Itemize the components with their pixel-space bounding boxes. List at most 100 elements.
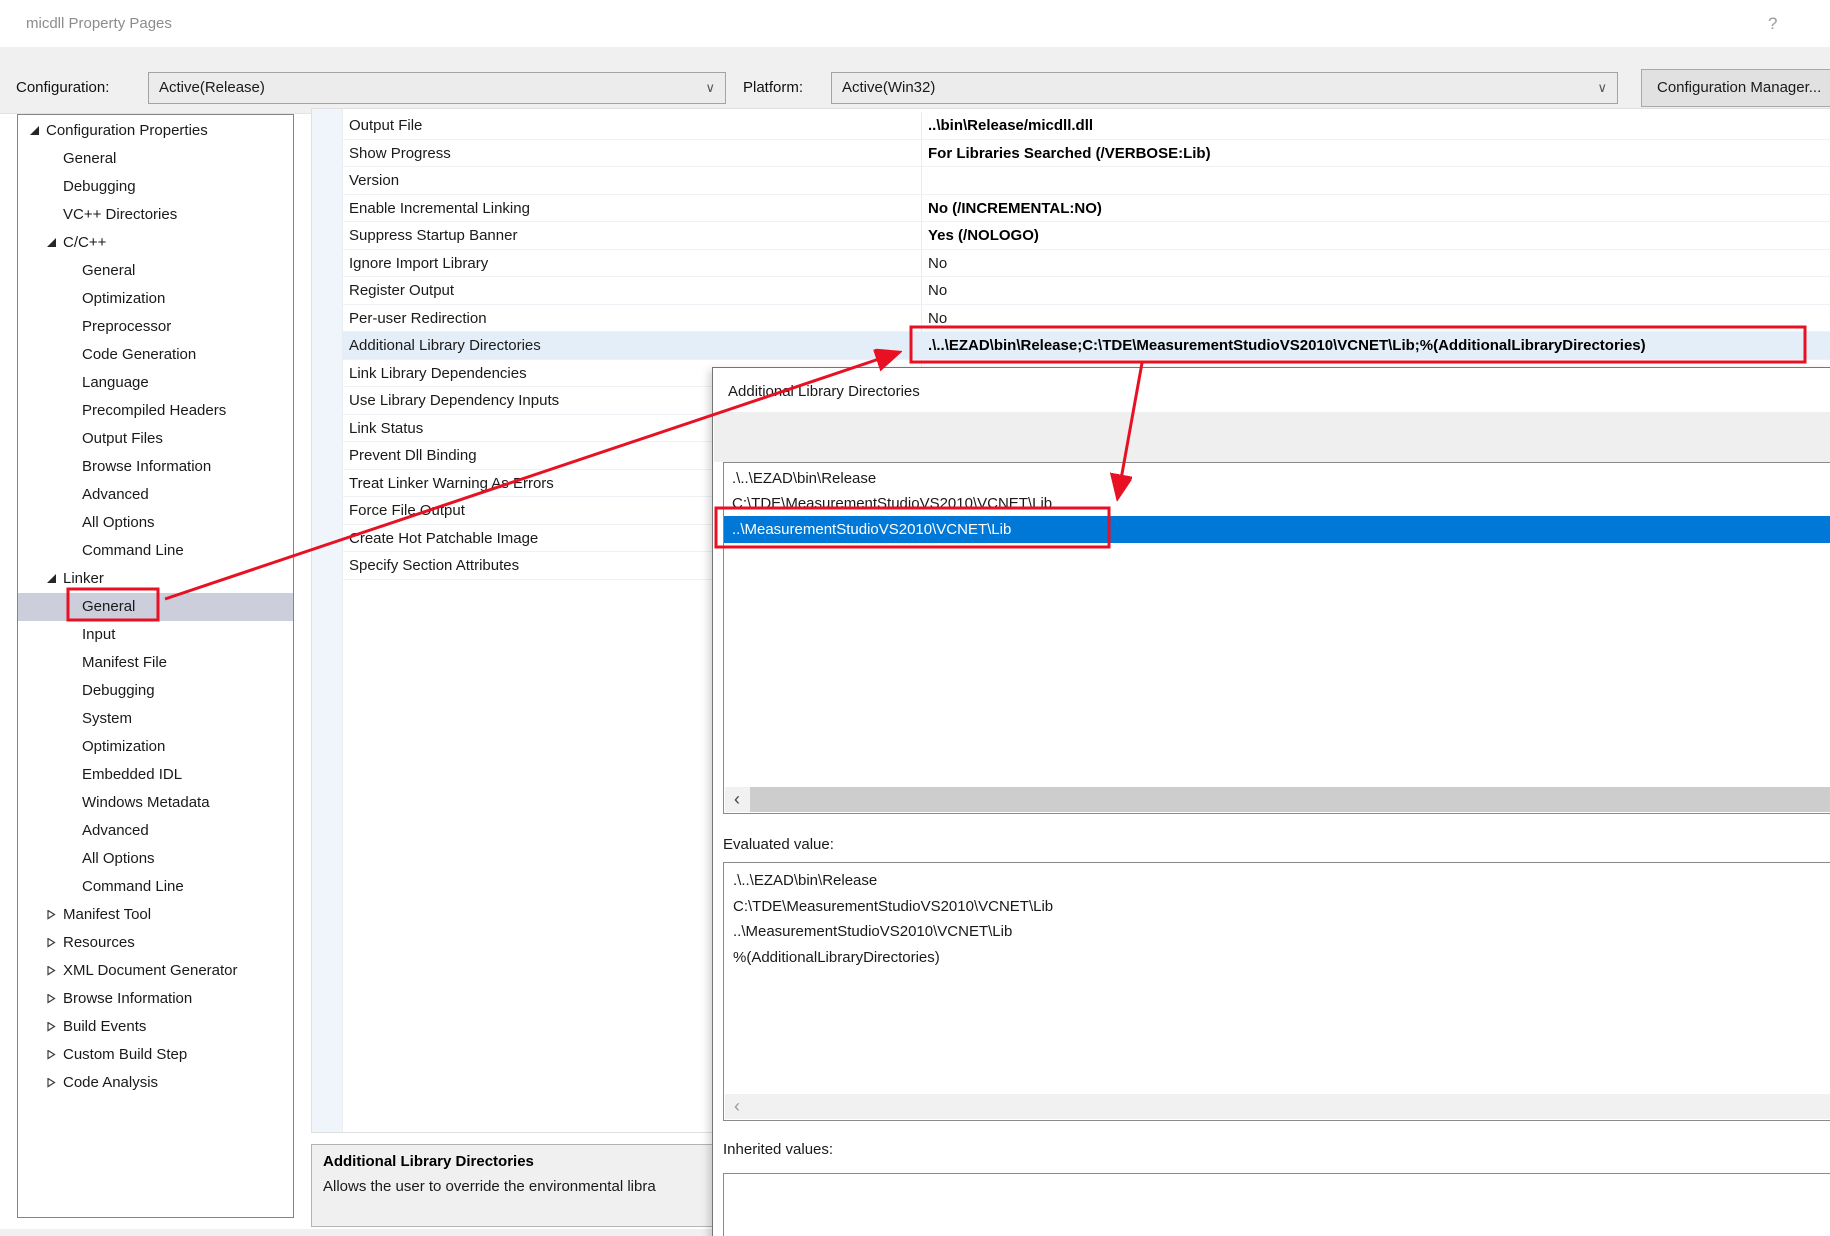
- tree-item-advanced[interactable]: Advanced: [18, 481, 293, 509]
- tree-item-xml-document-generator[interactable]: XML Document Generator: [18, 957, 293, 985]
- configuration-dropdown[interactable]: Active(Release) ∨: [148, 72, 726, 104]
- tree-item-resources[interactable]: Resources: [18, 929, 293, 957]
- grid-row-suppress-startup-banner[interactable]: Suppress Startup Banner Yes (/NOLOGO): [312, 222, 1830, 250]
- tree-item-debugging[interactable]: Debugging: [18, 677, 293, 705]
- property-name: Version: [349, 167, 399, 194]
- directory-list-item[interactable]: ..\MeasurementStudioVS2010\VCNET\Lib: [724, 516, 1830, 543]
- expander-open-icon[interactable]: [47, 238, 57, 248]
- tree-item-language[interactable]: Language: [18, 369, 293, 397]
- scrollbar-thumb[interactable]: [750, 787, 1830, 812]
- property-value[interactable]: No: [921, 250, 1830, 277]
- platform-dropdown[interactable]: Active(Win32) ∨: [831, 72, 1618, 104]
- popup-title: Additional Library Directories: [728, 378, 920, 406]
- tree-item-optimization[interactable]: Optimization: [18, 733, 293, 761]
- tree-item-advanced[interactable]: Advanced: [18, 817, 293, 845]
- tree-item-browse-information[interactable]: Browse Information: [18, 453, 293, 481]
- grid-row-additional-library-directories[interactable]: Additional Library Directories.\..\EZAD\…: [312, 332, 1830, 360]
- tree-item-all-options[interactable]: All Options: [18, 509, 293, 537]
- tree-item-embedded-idl[interactable]: Embedded IDL: [18, 761, 293, 789]
- property-value[interactable]: ..\bin\Release/micdll.dll: [921, 112, 1830, 139]
- tree-item-manifest-file[interactable]: Manifest File: [18, 649, 293, 677]
- tree-item-c-c-[interactable]: C/C++: [18, 229, 293, 257]
- configuration-manager-button[interactable]: Configuration Manager...: [1641, 69, 1830, 107]
- expander-open-icon[interactable]: [47, 574, 57, 584]
- property-pages-dialog: micdll Property Pages ? Configuration: A…: [0, 0, 1830, 1236]
- inherited-values-label: Inherited values:: [723, 1141, 833, 1158]
- tree-item-preprocessor[interactable]: Preprocessor: [18, 313, 293, 341]
- tree-item-label: Manifest File: [82, 649, 167, 677]
- grid-row-show-progress[interactable]: Show Progress For Libraries Searched (/VE…: [312, 140, 1830, 168]
- expander-closed-icon[interactable]: [47, 966, 57, 976]
- grid-row-ignore-import-library[interactable]: Ignore Import LibraryNo: [312, 250, 1830, 278]
- tree-item-configuration-properties[interactable]: Configuration Properties: [18, 117, 293, 145]
- tree-item-label: Output Files: [82, 425, 163, 453]
- property-value[interactable]: For Libraries Searched (/VERBOSE:Lib): [921, 140, 1830, 167]
- property-name: Suppress Startup Banner: [349, 222, 517, 249]
- expander-closed-icon[interactable]: [47, 994, 57, 1004]
- tree-item-code-generation[interactable]: Code Generation: [18, 341, 293, 369]
- property-name: Show Progress: [349, 140, 451, 167]
- property-value[interactable]: No: [921, 305, 1830, 332]
- expander-closed-icon[interactable]: [47, 1022, 57, 1032]
- inherited-values-box[interactable]: [723, 1173, 1830, 1236]
- property-name: Create Hot Patchable Image: [349, 525, 538, 552]
- grid-row-version[interactable]: Version: [312, 167, 1830, 195]
- help-icon[interactable]: ?: [1768, 0, 1777, 47]
- tree-item-label: Optimization: [82, 285, 165, 313]
- scroll-left-icon[interactable]: ‹: [725, 787, 749, 812]
- grid-row-output-file[interactable]: Output File..\bin\Release/micdll.dll: [312, 112, 1830, 140]
- title-bar: micdll Property Pages ?: [0, 0, 1830, 47]
- tree-item-general[interactable]: General: [18, 257, 293, 285]
- tree-item-all-options[interactable]: All Options: [18, 845, 293, 873]
- tree-item-windows-metadata[interactable]: Windows Metadata: [18, 789, 293, 817]
- expander-closed-icon[interactable]: [47, 910, 57, 920]
- tree-item-browse-information[interactable]: Browse Information: [18, 985, 293, 1013]
- property-name: Treat Linker Warning As Errors: [349, 470, 554, 497]
- tree-item-vc-directories[interactable]: VC++ Directories: [18, 201, 293, 229]
- grid-row-enable-incremental-linking[interactable]: Enable Incremental LinkingNo (/INCREMENT…: [312, 195, 1830, 223]
- property-name: Per-user Redirection: [349, 305, 487, 332]
- expander-closed-icon[interactable]: [47, 1078, 57, 1088]
- grid-row-register-output[interactable]: Register OutputNo: [312, 277, 1830, 305]
- scroll-left-icon[interactable]: ‹: [725, 1094, 749, 1119]
- tree-item-general[interactable]: General: [18, 145, 293, 173]
- tree-item-linker[interactable]: Linker: [18, 565, 293, 593]
- grid-row-per-user-redirection[interactable]: Per-user Redirection No: [312, 305, 1830, 333]
- tree-item-label: Language: [82, 369, 149, 397]
- tree-item-precompiled-headers[interactable]: Precompiled Headers: [18, 397, 293, 425]
- evaluated-value-box[interactable]: .\..\EZAD\bin\ReleaseC:\TDE\MeasurementS…: [723, 862, 1830, 1121]
- property-value[interactable]: No (/INCREMENTAL:NO): [921, 195, 1830, 222]
- property-value[interactable]: No: [921, 277, 1830, 304]
- tree-item-custom-build-step[interactable]: Custom Build Step: [18, 1041, 293, 1069]
- tree-item-optimization[interactable]: Optimization: [18, 285, 293, 313]
- tree-item-manifest-tool[interactable]: Manifest Tool: [18, 901, 293, 929]
- tree-item-output-files[interactable]: Output Files: [18, 425, 293, 453]
- expander-open-icon[interactable]: [30, 126, 40, 136]
- property-value[interactable]: [921, 167, 1830, 194]
- list-horizontal-scrollbar[interactable]: ‹: [725, 787, 1830, 812]
- tree-item-general[interactable]: General: [18, 593, 293, 621]
- evaluated-horizontal-scrollbar[interactable]: ‹: [725, 1094, 1830, 1119]
- tree-item-command-line[interactable]: Command Line: [18, 873, 293, 901]
- tree-item-debugging[interactable]: Debugging: [18, 173, 293, 201]
- directories-list[interactable]: .\..\EZAD\bin\ReleaseC:\TDE\MeasurementS…: [723, 462, 1830, 814]
- configuration-dropdown-value: Active(Release): [159, 79, 265, 96]
- tree-item-build-events[interactable]: Build Events: [18, 1013, 293, 1041]
- expander-closed-icon[interactable]: [47, 1050, 57, 1060]
- tree-item-label: Linker: [63, 565, 104, 593]
- tree-item-label: Debugging: [82, 677, 155, 705]
- settings-tree: Configuration PropertiesGeneralDebugging…: [17, 114, 294, 1218]
- tree-item-input[interactable]: Input: [18, 621, 293, 649]
- property-name: Specify Section Attributes: [349, 552, 519, 579]
- tree-item-code-analysis[interactable]: Code Analysis: [18, 1069, 293, 1097]
- directory-list-item[interactable]: C:\TDE\MeasurementStudioVS2010\VCNET\Lib: [724, 492, 1830, 517]
- property-value[interactable]: Yes (/NOLOGO): [921, 222, 1830, 249]
- expander-closed-icon[interactable]: [47, 938, 57, 948]
- platform-label: Platform:: [743, 72, 803, 104]
- tree-item-label: C/C++: [63, 229, 106, 257]
- directory-list-item[interactable]: .\..\EZAD\bin\Release: [724, 467, 1830, 492]
- tree-item-command-line[interactable]: Command Line: [18, 537, 293, 565]
- tree-item-system[interactable]: System: [18, 705, 293, 733]
- tree-item-label: System: [82, 705, 132, 733]
- property-value[interactable]: .\..\EZAD\bin\Release;C:\TDE\Measurement…: [921, 332, 1830, 359]
